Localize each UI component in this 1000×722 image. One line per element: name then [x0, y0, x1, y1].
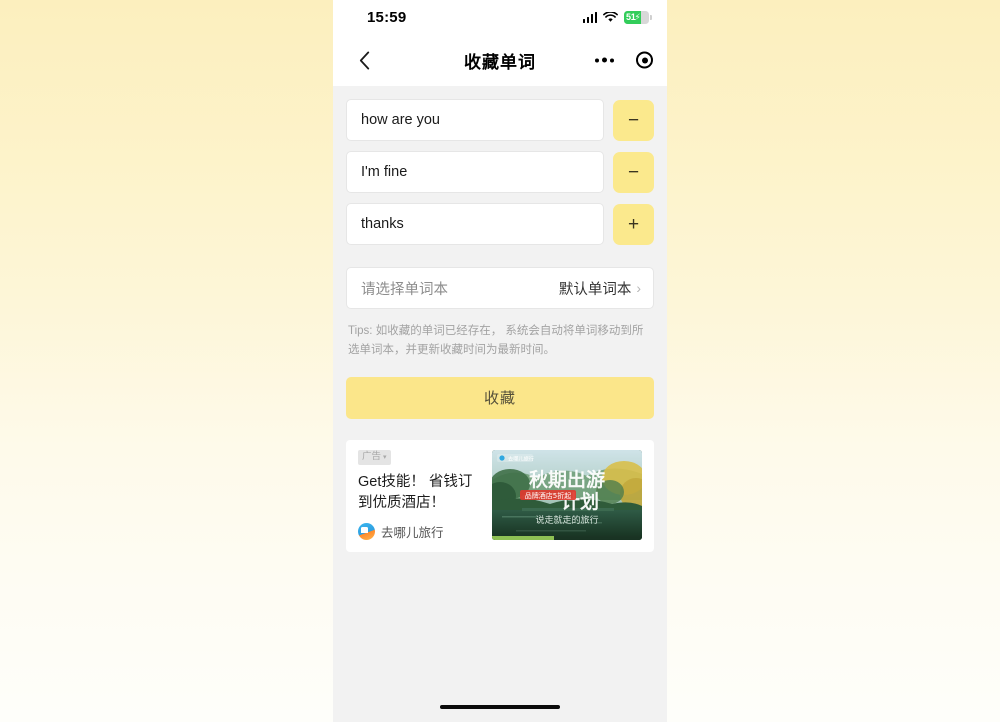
- status-time: 15:59: [367, 8, 407, 26]
- screenshot-root: 15:59 51 ⚡ 收藏单词 how are you − I'm fine −…: [0, 0, 1000, 722]
- home-indicator-bar[interactable]: [440, 704, 560, 710]
- battery-icon: 51 ⚡: [624, 10, 652, 24]
- qunar-logo-icon: [358, 523, 375, 541]
- svg-text:说走就走的旅行: 说走就走的旅行: [535, 514, 598, 526]
- page-content: how are you − I'm fine − thanks + 请选择单词本…: [333, 86, 667, 692]
- word-input-1[interactable]: how are you: [346, 99, 604, 141]
- word-row: I'm fine −: [346, 151, 654, 193]
- svg-text:秋期出游: 秋期出游: [529, 468, 605, 491]
- ad-card[interactable]: 广告 ▾ Get技能！ 省钱订到优质酒店！ 去哪儿旅行 秋期出游 计划 品牌酒店…: [346, 439, 654, 553]
- wordbook-selected-value: 默认单词本: [558, 281, 632, 298]
- capsule-target-icon[interactable]: [636, 51, 653, 69]
- ad-brand-row: 去哪儿旅行: [358, 522, 482, 541]
- home-indicator-area: [333, 692, 667, 722]
- ad-title: Get技能！ 省钱订到优质酒店！: [358, 474, 473, 511]
- ad-text-column: 广告 ▾ Get技能！ 省钱订到优质酒店！ 去哪儿旅行: [358, 449, 482, 542]
- add-word-button[interactable]: +: [613, 203, 654, 245]
- ad-image[interactable]: 秋期出游 计划 品牌酒店5折起 说走就走的旅行 去哪儿旅行: [492, 449, 642, 540]
- wordbook-selector[interactable]: 请选择单词本 默认单词本 ›: [346, 267, 654, 309]
- word-row: how are you −: [346, 99, 654, 141]
- svg-text:品牌酒店5折起: 品牌酒店5折起: [525, 491, 571, 500]
- tips-text: Tips: 如收藏的单词已经存在， 系统会自动将单词移动到所选单词本，并更新收藏…: [348, 325, 644, 356]
- ad-image-artwork: 秋期出游 计划 品牌酒店5折起 说走就走的旅行 去哪儿旅行: [492, 449, 642, 540]
- chevron-right-icon: ›: [636, 280, 641, 296]
- remove-word-button-1[interactable]: −: [613, 99, 654, 141]
- word-row: thanks +: [346, 203, 654, 245]
- phone-screen: 15:59 51 ⚡ 收藏单词 how are you − I'm fine −…: [333, 0, 667, 722]
- status-icons: 51 ⚡: [582, 10, 652, 24]
- word-input-3[interactable]: thanks: [346, 203, 604, 245]
- chevron-down-icon: ▾: [383, 453, 387, 461]
- wordbook-selector-label: 请选择单词本: [361, 281, 448, 298]
- battery-charging-icon: ⚡: [634, 11, 641, 22]
- save-favorite-button[interactable]: 收藏: [346, 376, 654, 419]
- ad-badge-label: 广告: [362, 450, 382, 462]
- wechat-capsule: [594, 51, 653, 69]
- more-dots-icon[interactable]: [594, 57, 614, 63]
- word-input-2[interactable]: I'm fine: [346, 151, 604, 193]
- status-bar: 15:59 51 ⚡: [333, 0, 667, 34]
- ad-badge[interactable]: 广告 ▾: [358, 449, 391, 466]
- svg-text:去哪儿旅行: 去哪儿旅行: [508, 454, 534, 462]
- cellular-signal-icon: [582, 11, 597, 23]
- nav-bar: 收藏单词: [333, 34, 667, 86]
- remove-word-button-2[interactable]: −: [613, 151, 654, 193]
- wifi-icon: [603, 11, 618, 22]
- ad-brand-name: 去哪儿旅行: [381, 526, 444, 541]
- word-input-list: how are you − I'm fine − thanks +: [333, 99, 667, 245]
- wordbook-selector-right: 默认单词本 ›: [559, 278, 641, 299]
